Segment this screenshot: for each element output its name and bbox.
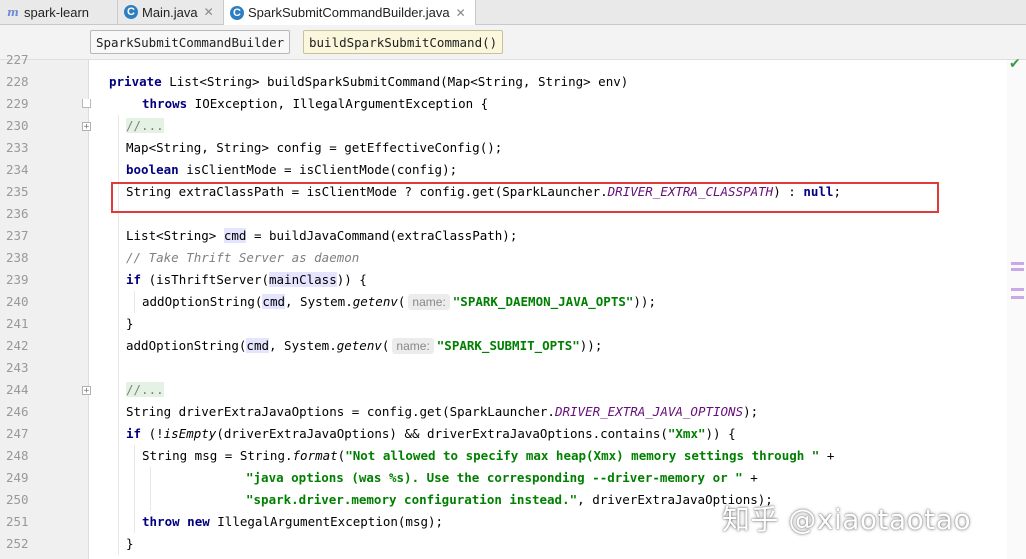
code-line-228: private List<String> buildSparkSubmitCom… (109, 74, 629, 89)
tab-sparksubmitcommandbuilder-java[interactable]: C SparkSubmitCommandBuilder.java ✕ (224, 0, 476, 25)
parameter-hint: name: (392, 338, 434, 354)
line-number: 238 (6, 250, 29, 265)
code-line-238: // Take Thrift Server as daemon (126, 250, 360, 265)
breadcrumb-method[interactable]: buildSparkSubmitCommand() (303, 30, 504, 54)
usage-marker[interactable] (1011, 268, 1024, 271)
code-line-234: boolean isClientMode = isClientMode(conf… (126, 162, 458, 177)
line-number: 227 (6, 52, 29, 67)
code-line-252: } (126, 536, 134, 551)
code-line-249: "java options (was %s). Use the correspo… (246, 470, 758, 485)
parameter-hint: name: (408, 294, 450, 310)
code-line-246: String driverExtraJavaOptions = config.g… (126, 404, 759, 419)
java-class-icon: C (230, 5, 244, 20)
code-line-230[interactable]: //... (126, 115, 164, 137)
line-number: 249 (6, 470, 29, 485)
tab-label: Main.java (142, 4, 198, 20)
code-line-248: String msg = String.format("Not allowed … (142, 448, 835, 463)
close-icon[interactable]: ✕ (456, 6, 466, 20)
java-class-icon: C (124, 5, 138, 19)
line-number: 236 (6, 206, 29, 221)
code-line-237: List<String> cmd = buildJavaCommand(extr… (126, 228, 518, 243)
code-line-250: "spark.driver.memory configuration inste… (246, 492, 773, 507)
breadcrumb-class[interactable]: SparkSubmitCommandBuilder (90, 30, 291, 54)
check-icon: ✔ (1009, 56, 1021, 72)
editor-tab-bar: m spark-learn C Main.java ✕ C SparkSubmi… (0, 0, 1026, 25)
line-number: 230 (6, 118, 29, 133)
folded-comment: //... (126, 118, 164, 133)
close-icon[interactable]: ✕ (204, 5, 214, 19)
usage-marker[interactable] (1011, 296, 1024, 299)
code-line-247: if (!isEmpty(driverExtraJavaOptions) && … (126, 426, 736, 441)
highlight-box (111, 182, 939, 213)
code-line-244[interactable]: //... (126, 379, 164, 401)
tab-label: SparkSubmitCommandBuilder.java (248, 5, 450, 20)
line-number: 229 (6, 96, 29, 111)
code-line-242: addOptionString(cmd, System.getenv(name:… (126, 338, 603, 354)
line-number: 237 (6, 228, 29, 243)
tab-spark-learn[interactable]: m spark-learn (0, 0, 118, 24)
breadcrumb: SparkSubmitCommandBuilder buildSparkSubm… (0, 25, 1026, 60)
usage-marker[interactable] (1011, 262, 1024, 265)
line-number: 250 (6, 492, 29, 507)
error-stripe[interactable] (1007, 60, 1026, 559)
line-number: 246 (6, 404, 29, 419)
watermark: 知乎 @xiaotaotao (722, 503, 972, 536)
line-number: 234 (6, 162, 29, 177)
line-number: 235 (6, 184, 29, 199)
code-line-251: throw new IllegalArgumentException(msg); (142, 514, 444, 529)
code-line-239: if (isThriftServer(mainClass)) { (126, 272, 367, 287)
code-line-233: Map<String, String> config = getEffectiv… (126, 140, 503, 155)
code-line-241: } (126, 316, 134, 331)
line-number: 241 (6, 316, 29, 331)
folded-comment: //... (126, 382, 164, 397)
line-number: 248 (6, 448, 29, 463)
line-number: 228 (6, 74, 29, 89)
line-number: 252 (6, 536, 29, 551)
tab-label: spark-learn (24, 4, 90, 20)
line-number: 247 (6, 426, 29, 441)
line-number-gutter: 227 228 229 230 233 234 235 236 237 238 … (0, 52, 89, 559)
code-line-240: addOptionString(cmd, System.getenv(name:… (142, 294, 656, 310)
module-icon: m (7, 5, 19, 19)
line-number: 244 (6, 382, 29, 397)
line-number: 242 (6, 338, 29, 353)
line-number: 251 (6, 514, 29, 529)
line-number: 243 (6, 360, 29, 375)
line-number: 240 (6, 294, 29, 309)
tab-main-java[interactable]: C Main.java ✕ (118, 0, 224, 24)
line-number: 233 (6, 140, 29, 155)
code-line-229: throws IOException, IllegalArgumentExcep… (142, 96, 489, 111)
usage-marker[interactable] (1011, 288, 1024, 291)
line-number: 239 (6, 272, 29, 287)
code-editor[interactable]: private List<String> buildSparkSubmitCom… (89, 60, 1007, 559)
